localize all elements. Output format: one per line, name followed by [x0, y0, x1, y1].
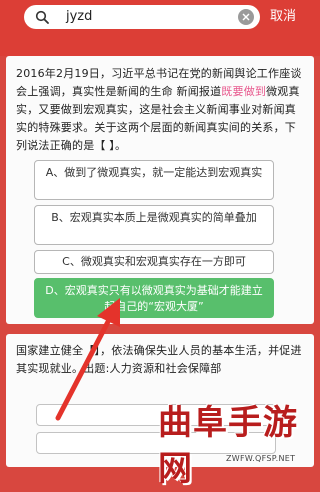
search-header: jyzd 取消: [0, 0, 320, 56]
option-b[interactable]: B、宏观真实本质上是微观真实的简单叠加: [34, 205, 274, 245]
question-text: 2016年2月19日，习近平总书记在党的新闻舆论工作座谈会上强调，真实性是新闻的…: [16, 65, 306, 155]
watermark-logo: 曲阜手游网: [158, 403, 298, 489]
clear-icon[interactable]: [238, 9, 254, 25]
option-a[interactable]: A、做到了微观真实，就一定能达到宏观真实: [34, 160, 274, 200]
question-highlight: 既要做到: [221, 85, 267, 98]
question2-text: 国家建立健全【】，依法确保失业人员的基本生活，并促进其实现就业。出题:人力资源和…: [16, 342, 306, 378]
search-icon: [35, 10, 49, 24]
search-query: jyzd: [66, 9, 93, 24]
option-c[interactable]: C、微观真实和宏观真实存在一方即可: [34, 250, 274, 274]
question2-text-part1: 国家建立健全【: [16, 344, 95, 357]
search-input[interactable]: jyzd: [24, 5, 260, 29]
option-d-correct[interactable]: D、宏观真实只有以微观真实为基础才能建立起自己的“宏观大厦”: [34, 278, 274, 318]
cancel-button[interactable]: 取消: [262, 6, 304, 28]
watermark-url: ZWFW.QFSP.NET: [226, 454, 296, 463]
